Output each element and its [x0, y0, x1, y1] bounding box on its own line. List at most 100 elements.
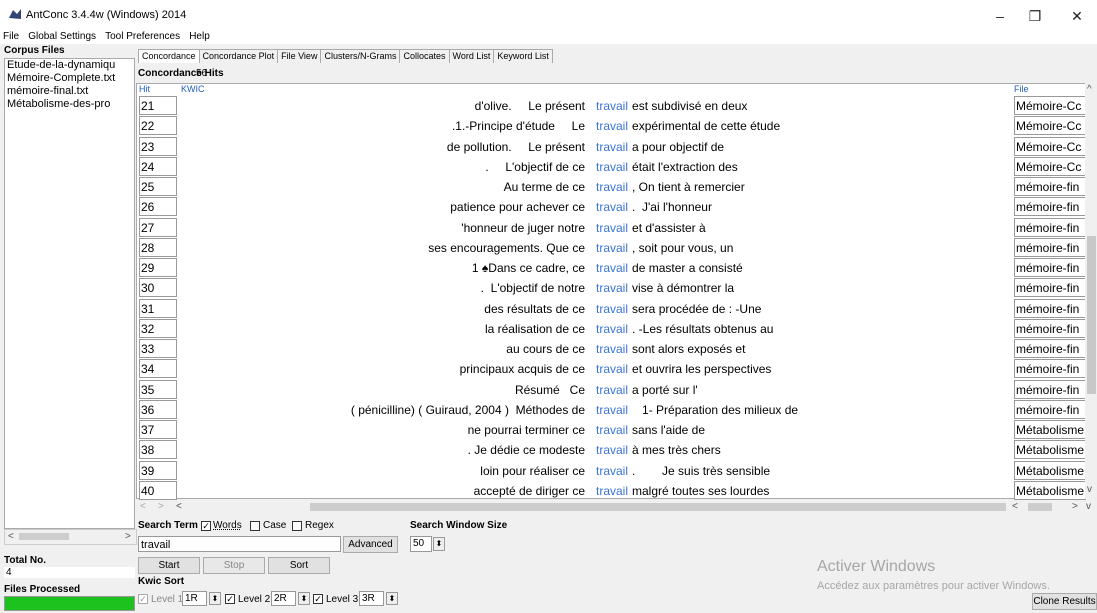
- scroll-left-icon[interactable]: <: [176, 500, 182, 514]
- corpus-scroll-thumb[interactable]: [19, 533, 69, 540]
- spinner-icon[interactable]: ⬍: [433, 537, 445, 551]
- concordance-row[interactable]: 32 la réalisation de ce travail . -Les résu…: [137, 318, 1097, 339]
- kwic-keyword[interactable]: travail: [596, 137, 628, 157]
- menu-tool-preferences[interactable]: Tool Preferences: [102, 30, 183, 44]
- scroll-left-icon[interactable]: <: [8, 530, 14, 544]
- scroll-down-icon[interactable]: v: [1087, 483, 1092, 497]
- kwic-keyword[interactable]: travail: [596, 380, 628, 400]
- header-hit[interactable]: Hit: [139, 84, 150, 94]
- kwic-keyword[interactable]: travail: [596, 359, 628, 379]
- kwic-keyword[interactable]: travail: [596, 400, 628, 420]
- concordance-row[interactable]: 34 principaux acquis de ce travail et ouvri…: [137, 359, 1097, 379]
- file-name-cell[interactable]: Métabolisme: [1014, 440, 1086, 460]
- concordance-row[interactable]: 28 ses encouragements. Que ce travail , soi…: [137, 237, 1097, 258]
- kwic-line[interactable]: . Je dédie ce modeste travail à mes très c…: [181, 440, 1043, 460]
- menu-help[interactable]: Help: [186, 30, 213, 44]
- concordance-row[interactable]: 21 d'olive. Le présent travail est subdivis…: [137, 96, 1097, 116]
- level3-checkbox[interactable]: ✓: [313, 594, 323, 604]
- words-checkbox[interactable]: ✓: [201, 521, 211, 531]
- header-kwic[interactable]: KWIC: [181, 84, 205, 94]
- corpus-file-item[interactable]: mémoire-final.txt: [5, 85, 134, 98]
- menu-file[interactable]: File: [0, 30, 22, 44]
- file-name-cell[interactable]: Mémoire-Cc: [1014, 116, 1086, 136]
- sort-button[interactable]: Sort: [268, 557, 330, 574]
- concordance-row[interactable]: 39 loin pour réaliser ce travail . Je suis …: [137, 460, 1097, 481]
- spinner-icon[interactable]: ⬍: [209, 592, 221, 605]
- file-name-cell[interactable]: mémoire-fin: [1014, 237, 1086, 257]
- scroll-down-icon[interactable]: v: [1086, 500, 1091, 514]
- scroll-right-icon[interactable]: >: [125, 530, 131, 544]
- tab-collocates[interactable]: Collocates: [399, 49, 450, 63]
- concordance-row[interactable]: 29 1 ♠Dans ce cadre, ce travail de master a…: [137, 258, 1097, 278]
- kwic-keyword[interactable]: travail: [596, 238, 628, 258]
- kwic-keyword[interactable]: travail: [596, 461, 628, 481]
- file-name-cell[interactable]: mémoire-fin: [1014, 217, 1086, 237]
- kwic-line[interactable]: 1 ♠Dans ce cadre, ce travail de master a c…: [181, 258, 1043, 278]
- file-name-cell[interactable]: mémoire-fin: [1014, 318, 1086, 338]
- concordance-row[interactable]: 33 au cours de ce travail sont alors exposé…: [137, 339, 1097, 359]
- kwic-line[interactable]: Résumé Ce travail a porté sur l': [181, 380, 1043, 400]
- kwic-keyword[interactable]: travail: [596, 96, 628, 116]
- spinner-icon[interactable]: ⬍: [298, 592, 310, 605]
- level1-checkbox[interactable]: ✓: [138, 594, 148, 604]
- scroll-left-icon[interactable]: <: [140, 500, 146, 514]
- file-name-cell[interactable]: mémoire-fin: [1014, 399, 1086, 419]
- kwic-keyword[interactable]: travail: [596, 481, 628, 501]
- kwic-keyword[interactable]: travail: [596, 420, 628, 440]
- kwic-keyword[interactable]: travail: [596, 299, 628, 319]
- kwic-line[interactable]: .1.-Principe d'étude Le travail expériment…: [181, 116, 1043, 136]
- scroll-left-icon[interactable]: <: [1012, 500, 1018, 514]
- menu-global-settings[interactable]: Global Settings: [25, 30, 99, 44]
- tab-concordance[interactable]: Concordance: [138, 49, 200, 63]
- corpus-file-item[interactable]: Mémoire-Complete.txt: [5, 72, 134, 85]
- tab-keyword-list[interactable]: Keyword List: [493, 49, 553, 63]
- close-button[interactable]: ✕: [1062, 6, 1092, 26]
- kwic-keyword[interactable]: travail: [596, 339, 628, 359]
- concordance-row[interactable]: 35 Résumé Ce travail a porté sur l' mémoire-…: [137, 379, 1097, 400]
- concordance-row[interactable]: 23 de pollution. Le présent travail a pour …: [137, 136, 1097, 157]
- corpus-files-list[interactable]: Etude-de-la-dynamiqu Mémoire-Complete.tx…: [4, 58, 135, 529]
- concordance-row[interactable]: 37 ne pourrai terminer ce travail sans l'ai…: [137, 420, 1097, 440]
- concordance-row[interactable]: 31 des résultats de ce travail sera procédé…: [137, 298, 1097, 319]
- file-name-cell[interactable]: Mémoire-Cc: [1014, 96, 1086, 115]
- level3-input[interactable]: 3R: [359, 591, 384, 606]
- level2-checkbox[interactable]: ✓: [225, 594, 235, 604]
- concordance-row[interactable]: 24 . L'objectif de ce travail était l'extra…: [137, 156, 1097, 177]
- kwic-keyword[interactable]: travail: [596, 258, 628, 278]
- minimize-button[interactable]: –: [985, 6, 1015, 26]
- kwic-line[interactable]: ses encouragements. Que ce travail , soit …: [181, 238, 1043, 258]
- file-name-cell[interactable]: mémoire-fin: [1014, 177, 1086, 196]
- scroll-up-icon[interactable]: ^: [1087, 83, 1092, 97]
- kwic-line[interactable]: loin pour réaliser ce travail . Je suis tr…: [181, 461, 1043, 481]
- kwic-line[interactable]: ( pénicilline) ( Guiraud, 2004 ) Méthode…: [181, 400, 1043, 420]
- concordance-row[interactable]: 40 accepté de diriger ce travail malgré tou…: [137, 480, 1097, 501]
- tab-clusters-ngrams[interactable]: Clusters/N-Grams: [320, 49, 401, 63]
- stop-button[interactable]: Stop: [203, 557, 265, 574]
- corpus-horizontal-scrollbar[interactable]: < >: [4, 529, 137, 545]
- corpus-file-item[interactable]: Métabolisme-des-pro: [5, 98, 134, 111]
- results-horizontal-thumb[interactable]: [310, 503, 1006, 511]
- tab-file-view[interactable]: File View: [277, 49, 322, 63]
- start-button[interactable]: Start: [138, 557, 200, 574]
- tab-concordance-plot[interactable]: Concordance Plot: [198, 49, 279, 63]
- kwic-line[interactable]: . L'objectif de notre travail vise à démon…: [181, 278, 1043, 298]
- kwic-keyword[interactable]: travail: [596, 319, 628, 339]
- kwic-line[interactable]: patience pour achever ce travail . J'ai l'…: [181, 197, 1043, 217]
- level2-input[interactable]: 2R: [271, 591, 296, 606]
- words-label[interactable]: Words: [213, 520, 242, 531]
- kwic-line[interactable]: des résultats de ce travail sera procédée …: [181, 299, 1043, 319]
- tab-word-list[interactable]: Word List: [448, 49, 495, 63]
- kwic-line[interactable]: d'olive. Le présent travail est subdivisé …: [181, 96, 1043, 116]
- file-name-cell[interactable]: Mémoire-Cc: [1014, 156, 1086, 176]
- file-name-cell[interactable]: mémoire-fin: [1014, 339, 1086, 358]
- file-name-cell[interactable]: mémoire-fin: [1014, 359, 1086, 379]
- file-name-cell[interactable]: Mémoire-Cc: [1014, 136, 1086, 156]
- kwic-keyword[interactable]: travail: [596, 218, 628, 238]
- concordance-row[interactable]: 30 . L'objectif de notre travail vise à dém…: [137, 278, 1097, 298]
- concordance-row[interactable]: 36 ( pénicilline) ( Guiraud, 2004 ) Métho…: [137, 399, 1097, 420]
- kwic-keyword[interactable]: travail: [596, 116, 628, 136]
- regex-checkbox[interactable]: [292, 521, 302, 531]
- concordance-row[interactable]: 26 patience pour achever ce travail . J'ai …: [137, 197, 1097, 217]
- kwic-line[interactable]: . L'objectif de ce travail était l'extract…: [181, 157, 1043, 177]
- kwic-line[interactable]: 'honneur de juger notre travail et d'assis…: [181, 218, 1043, 238]
